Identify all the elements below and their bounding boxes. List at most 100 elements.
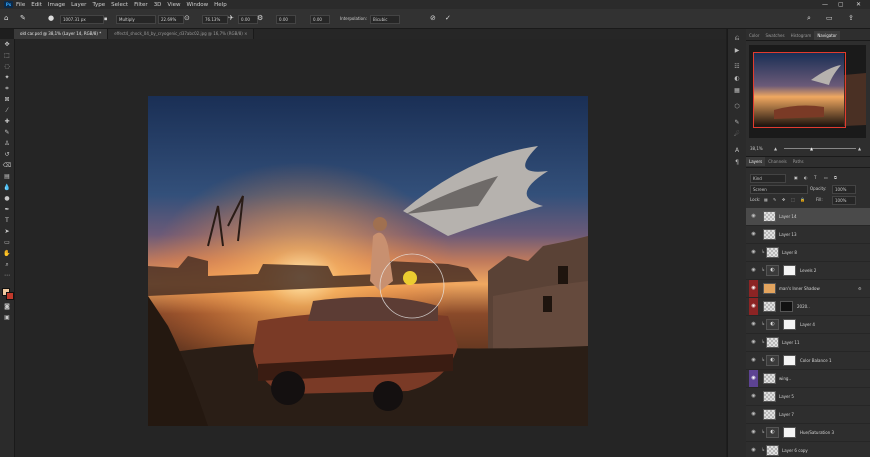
frame-tool-icon[interactable]: ⊠ bbox=[2, 96, 12, 104]
layer-row[interactable]: ◉ Layer 5 bbox=[746, 388, 870, 406]
menu-type[interactable]: Type bbox=[92, 2, 105, 8]
lock-image-icon[interactable]: ✎ bbox=[773, 196, 776, 203]
rectangle-tool-icon[interactable]: ▭ bbox=[2, 239, 12, 247]
gradient-tool-icon[interactable]: ▤ bbox=[2, 173, 12, 181]
blend-mode-select[interactable]: Screen bbox=[750, 185, 808, 194]
layer-row[interactable]: ◉ Layer 7 bbox=[746, 406, 870, 424]
layer-row[interactable]: ◉ ↳ Layer 6 copy bbox=[746, 442, 870, 457]
zoom-slider[interactable] bbox=[784, 148, 856, 149]
layer-thumbnail[interactable] bbox=[763, 283, 776, 294]
document-canvas[interactable] bbox=[148, 96, 588, 426]
properties-panel-icon[interactable]: ☷ bbox=[732, 63, 742, 71]
layer-mask-thumbnail[interactable] bbox=[783, 265, 796, 276]
tab-channels[interactable]: Channels bbox=[765, 157, 790, 166]
libraries-panel-icon[interactable]: ▦ bbox=[732, 87, 742, 95]
more-tools-icon[interactable]: ⋯ bbox=[2, 272, 12, 280]
layer-name[interactable]: Layer 8 bbox=[782, 244, 797, 261]
quick-select-tool-icon[interactable]: ✦ bbox=[2, 74, 12, 82]
layer-thumbnail[interactable] bbox=[763, 373, 776, 384]
visibility-eye-icon[interactable]: ◉ bbox=[749, 316, 758, 333]
crop-tool-icon[interactable]: ⌗ bbox=[2, 85, 12, 93]
layer-name[interactable]: man's Inner Shadow bbox=[779, 280, 820, 297]
lock-position-icon[interactable]: ✥ bbox=[782, 196, 785, 203]
y-field[interactable]: 0.00 bbox=[310, 15, 330, 24]
visibility-eye-icon[interactable]: ◉ bbox=[749, 334, 758, 351]
lock-artboard-icon[interactable]: ⬚ bbox=[791, 196, 795, 203]
healing-brush-tool-icon[interactable]: ✚ bbox=[2, 118, 12, 126]
history-brush-tool-icon[interactable]: ↺ bbox=[2, 151, 12, 159]
layer-name[interactable]: Layer 11 bbox=[782, 334, 800, 351]
home-icon[interactable]: ⌂ bbox=[4, 15, 8, 22]
filter-type-icon[interactable]: T bbox=[814, 174, 816, 181]
paragraph-panel-icon[interactable]: ¶ bbox=[732, 159, 742, 167]
menu-file[interactable]: File bbox=[16, 2, 25, 8]
filter-shape-icon[interactable]: ▭ bbox=[824, 174, 828, 181]
layer-thumbnail[interactable] bbox=[763, 301, 776, 312]
layer-mask-thumbnail[interactable] bbox=[783, 427, 796, 438]
cancel-icon[interactable]: ⊘ bbox=[430, 15, 436, 22]
layer-row[interactable]: ◉ ↳ ◐ Hue/Saturation 3 bbox=[746, 424, 870, 442]
menu-3d[interactable]: 3D bbox=[154, 2, 162, 8]
tab-navigator[interactable]: Navigator bbox=[814, 31, 840, 40]
minimize-button[interactable]: — bbox=[822, 0, 828, 9]
eyedropper-tool-icon[interactable]: ⁄ bbox=[2, 107, 12, 115]
tab-paths[interactable]: Paths bbox=[790, 157, 807, 166]
filter-adjustment-icon[interactable]: ◐ bbox=[804, 174, 808, 181]
visibility-eye-icon[interactable]: ◉ bbox=[749, 298, 758, 315]
visibility-eye-icon[interactable]: ◉ bbox=[749, 226, 758, 243]
zoom-slider-handle[interactable]: ▲ bbox=[810, 145, 813, 152]
layer-row[interactable]: ◉ ↳ ◐ Color Balance 1 bbox=[746, 352, 870, 370]
layer-name[interactable]: Layer 5 bbox=[779, 388, 794, 405]
visibility-eye-icon[interactable]: ◉ bbox=[749, 424, 758, 441]
marquee-tool-icon[interactable]: ⬚ bbox=[2, 52, 12, 60]
filter-smart-object-icon[interactable]: ⧉ bbox=[834, 174, 837, 181]
layer-thumbnail[interactable] bbox=[766, 247, 779, 258]
layer-row[interactable]: ◉ ↳ Layer 8 bbox=[746, 244, 870, 262]
adjustments-panel-icon[interactable]: ◐ bbox=[732, 75, 742, 83]
menu-view[interactable]: View bbox=[167, 2, 180, 8]
layer-row[interactable]: ◉ wing.. bbox=[746, 370, 870, 388]
menu-edit[interactable]: Edit bbox=[31, 2, 42, 8]
menu-window[interactable]: Window bbox=[186, 2, 208, 8]
close-window-button[interactable]: ✕ bbox=[856, 0, 861, 9]
layer-thumbnail[interactable] bbox=[766, 445, 779, 456]
blur-tool-icon[interactable]: 💧 bbox=[2, 184, 12, 192]
layer-name[interactable]: Layer 4 bbox=[800, 316, 815, 333]
history-panel-icon[interactable]: ⎌ bbox=[732, 35, 742, 43]
navigator-preview[interactable] bbox=[749, 45, 866, 138]
brushes-panel-icon[interactable]: ☄ bbox=[732, 131, 742, 139]
3d-panel-icon[interactable]: ⬡ bbox=[732, 103, 742, 111]
layer-effects-icon[interactable]: ⚙ bbox=[858, 280, 862, 297]
mode-select[interactable]: Multiply bbox=[116, 15, 156, 24]
lock-transparent-icon[interactable]: ▦ bbox=[764, 196, 768, 203]
search-icon[interactable]: ⌕ bbox=[807, 15, 811, 22]
share-icon[interactable]: ⇪ bbox=[848, 15, 854, 22]
menu-layer[interactable]: Layer bbox=[71, 2, 86, 8]
brush-settings-icon[interactable]: ✎ bbox=[732, 119, 742, 127]
tab-old-car[interactable]: old car.psd @ 38,1% (Layer 14, RGB/8) * bbox=[14, 29, 109, 39]
tab-histogram[interactable]: Histogram bbox=[788, 31, 815, 40]
opacity-field[interactable]: 22.69% bbox=[158, 15, 184, 24]
layer-thumbnail[interactable] bbox=[766, 337, 779, 348]
layer-name[interactable]: 2020.. bbox=[797, 298, 810, 315]
visibility-eye-icon[interactable]: ◉ bbox=[749, 352, 758, 369]
layer-thumbnail[interactable] bbox=[763, 409, 776, 420]
workspace-icon[interactable]: ▭ bbox=[826, 15, 833, 22]
pen-tool-icon[interactable]: ✒ bbox=[2, 206, 12, 214]
type-tool-icon[interactable]: T bbox=[2, 217, 12, 225]
tab-swatches[interactable]: Swatches bbox=[762, 31, 787, 40]
layer-row[interactable]: ◉ Layer 13 bbox=[746, 226, 870, 244]
layer-name[interactable]: Levels 2 bbox=[800, 262, 816, 279]
layer-row[interactable]: ◉ Layer 14 bbox=[746, 208, 870, 226]
lasso-tool-icon[interactable]: ◌ bbox=[2, 63, 12, 71]
angle-field[interactable]: 0.00 bbox=[276, 15, 296, 24]
layer-row[interactable]: ◉ ↳ ◐ Layer 4 bbox=[746, 316, 870, 334]
layer-name[interactable]: Layer 7 bbox=[779, 406, 794, 423]
layer-mask-thumbnail[interactable] bbox=[783, 319, 796, 330]
layer-thumbnail[interactable] bbox=[763, 391, 776, 402]
layer-thumbnail[interactable] bbox=[763, 229, 776, 240]
menu-select[interactable]: Select bbox=[111, 2, 128, 8]
layer-mask-thumbnail[interactable] bbox=[780, 301, 793, 312]
actions-panel-icon[interactable]: ▶ bbox=[732, 47, 742, 55]
smoothing-field[interactable]: 0.00 bbox=[238, 15, 258, 24]
